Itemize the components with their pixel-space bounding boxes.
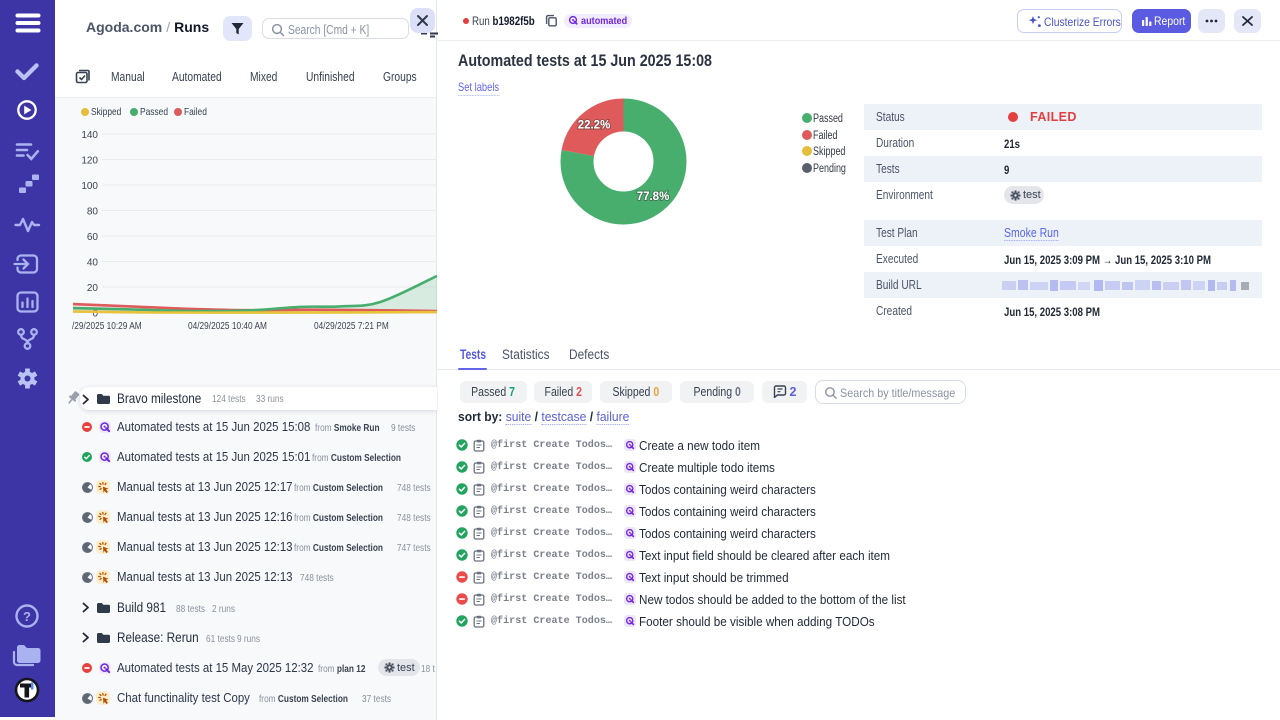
svg-text:40: 40 — [87, 258, 99, 269]
svg-text:120: 120 — [81, 156, 98, 167]
svg-text:140: 140 — [81, 130, 98, 141]
svg-text:20: 20 — [87, 283, 99, 294]
svg-text:22.2%: 22.2% — [578, 120, 611, 132]
svg-text:100: 100 — [81, 181, 98, 192]
svg-text:80: 80 — [87, 207, 99, 218]
svg-text:?: ? — [23, 609, 31, 624]
svg-text:77.8%: 77.8% — [637, 191, 670, 203]
svg-text:60: 60 — [87, 232, 99, 243]
